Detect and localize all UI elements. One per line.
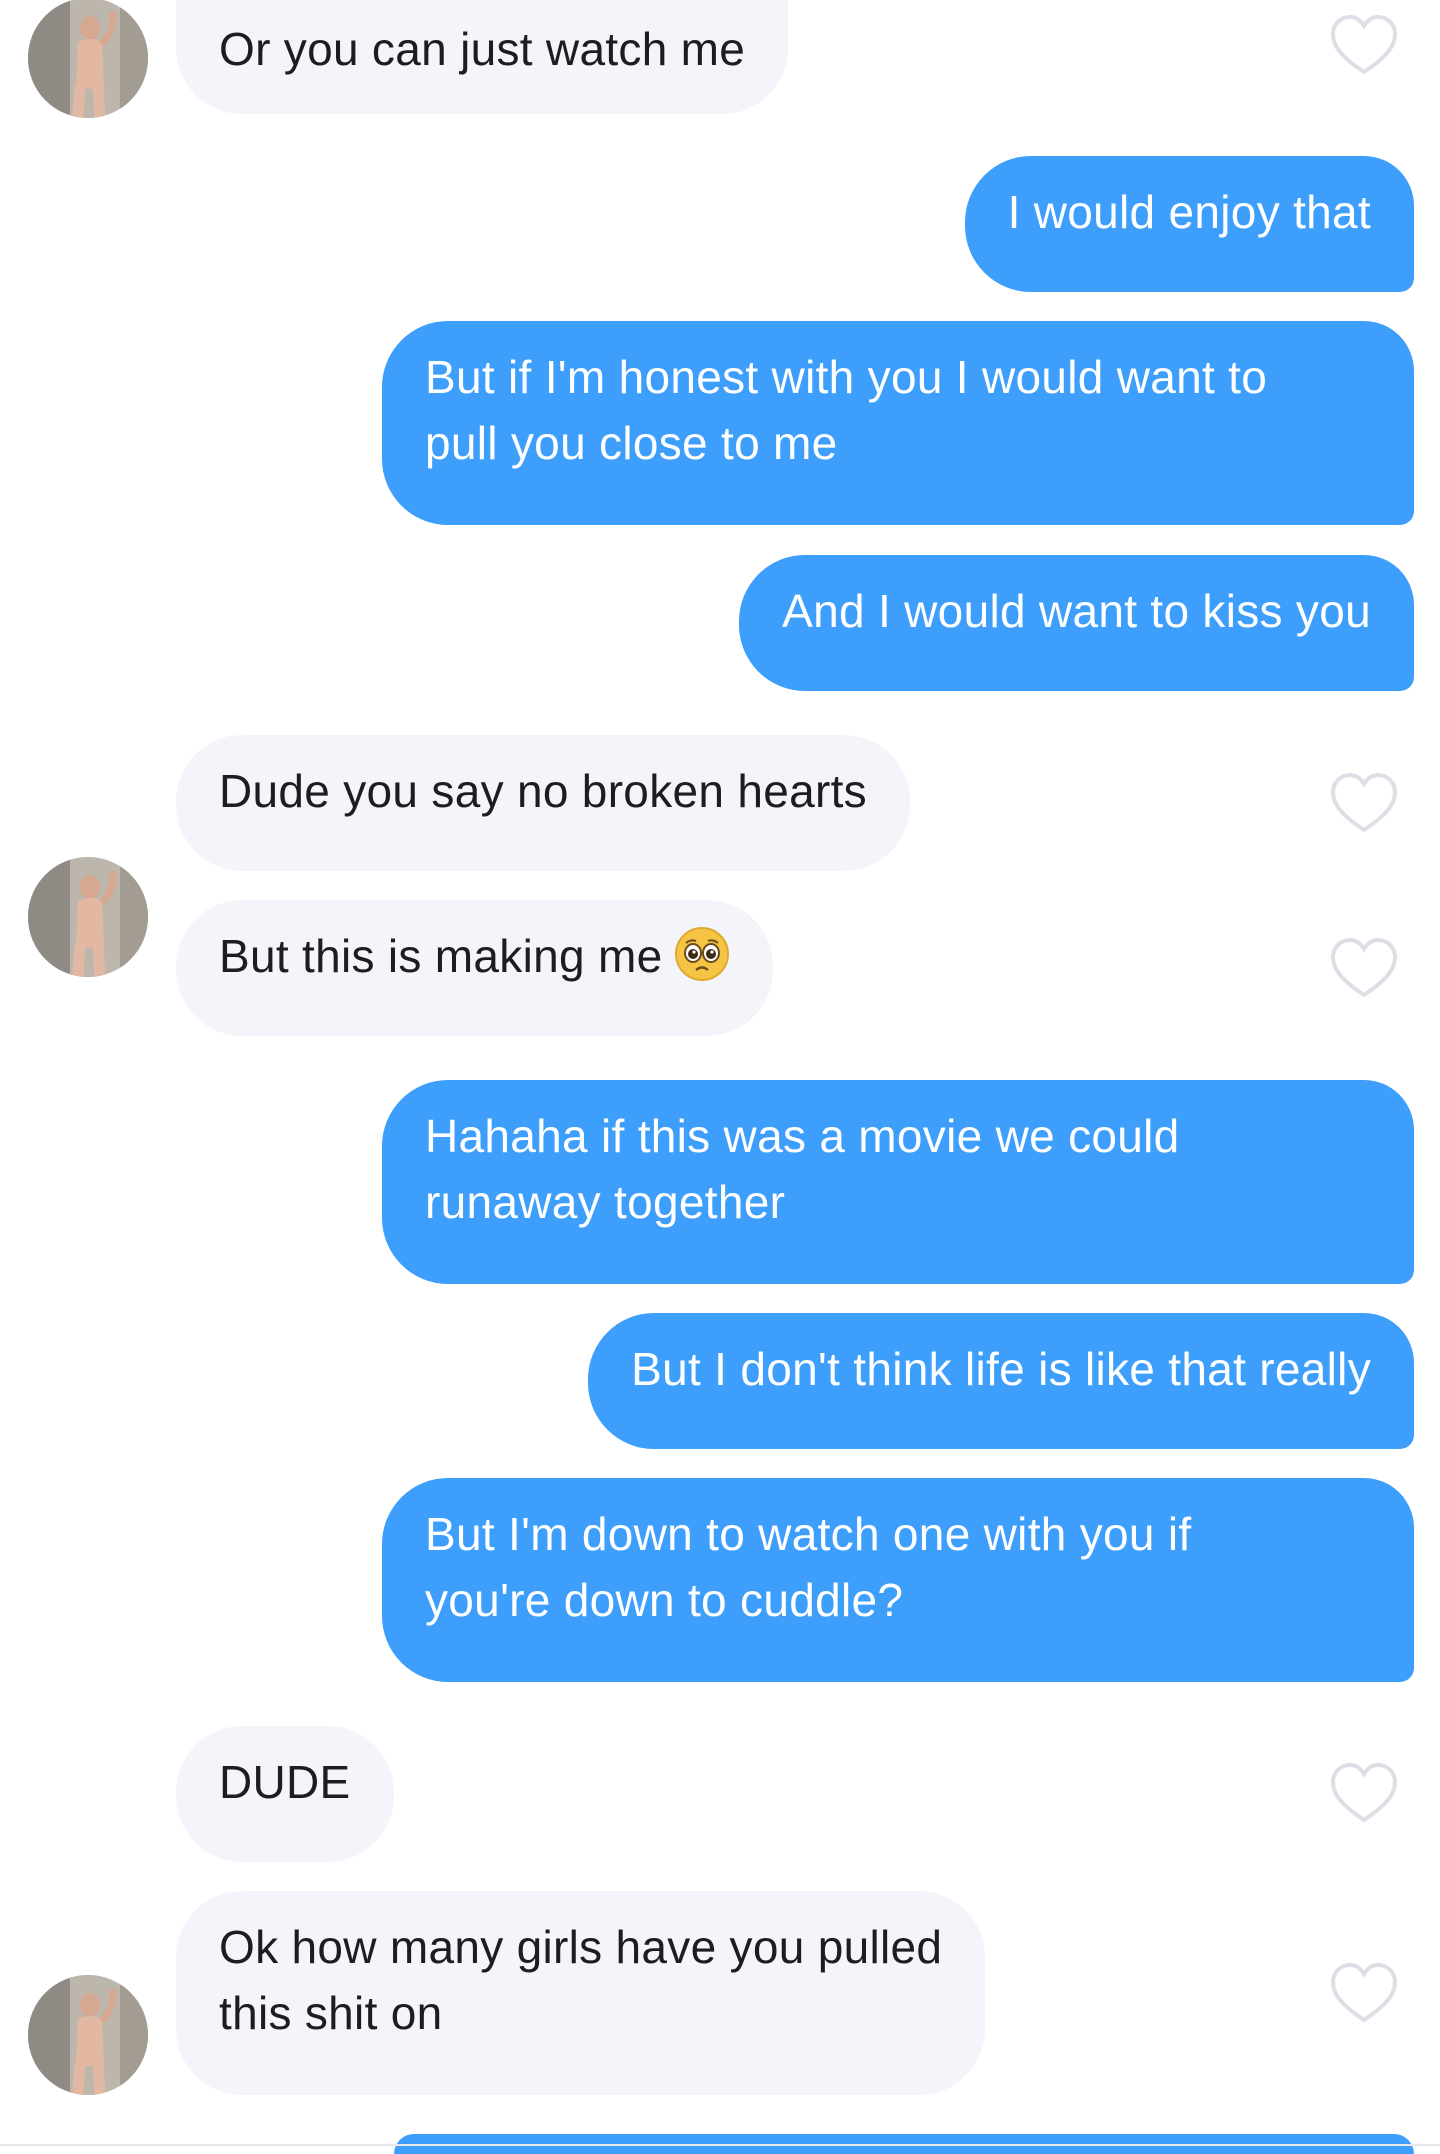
outgoing-message[interactable]: But if I'm honest with you I would want …	[382, 321, 1414, 525]
avatar[interactable]	[28, 0, 148, 118]
outgoing-message[interactable]: But I'm down to watch one with you if yo…	[382, 1478, 1414, 1682]
message-text: And I would want to kiss you	[782, 585, 1371, 637]
avatar[interactable]	[28, 857, 148, 977]
incoming-message[interactable]: Dude you say no broken hearts	[176, 735, 910, 871]
message-text-line: Hahaha if this was a movie we could	[425, 1110, 1180, 1162]
message-text-line: But if I'm honest with you I would want …	[425, 351, 1268, 403]
avatar-photo	[28, 1975, 148, 2095]
message-text-line: runaway together	[425, 1176, 786, 1228]
divider	[0, 2144, 1440, 2146]
heart-outline-icon[interactable]	[1329, 14, 1399, 78]
heart-outline-icon[interactable]	[1329, 1962, 1399, 2026]
incoming-message[interactable]: Ok how many girls have you pulled this s…	[176, 1891, 986, 2095]
heart-outline-icon[interactable]	[1329, 1762, 1399, 1826]
avatar-photo	[28, 0, 148, 118]
message-text: But I don't think life is like that real…	[631, 1343, 1371, 1395]
outgoing-message[interactable]: I would enjoy that	[964, 156, 1414, 292]
message-text: I would enjoy that	[1007, 186, 1371, 238]
heart-outline-icon[interactable]	[1329, 937, 1399, 1001]
message-text-line: But I'm down to watch one with you if	[425, 1508, 1192, 1560]
message-text-line: this shit on	[219, 1987, 443, 2039]
message-text: Dude you say no broken hearts	[219, 765, 867, 817]
incoming-message[interactable]: DUDE	[176, 1726, 394, 1862]
pleading-face-emoji	[674, 926, 730, 982]
incoming-message[interactable]: But this is making me	[176, 900, 774, 1036]
outgoing-message[interactable]: But I don't think life is like that real…	[588, 1313, 1414, 1449]
message-text: But this is making me	[219, 930, 663, 982]
message-text-line: Ok how many girls have you pulled	[219, 1921, 943, 1973]
avatar[interactable]	[28, 1975, 148, 2095]
heart-outline-icon[interactable]	[1329, 772, 1399, 836]
message-text: Or you can just watch me	[219, 23, 746, 75]
outgoing-message[interactable]: And I would want to kiss you	[739, 555, 1414, 691]
message-text: DUDE	[219, 1756, 351, 1808]
outgoing-message[interactable]: Hahaha if this was a movie we could runa…	[382, 1080, 1414, 1284]
incoming-message[interactable]: Or you can just watch me	[176, 0, 789, 114]
message-text-line: pull you close to me	[425, 417, 838, 469]
message-text-line: you're down to cuddle?	[425, 1574, 904, 1626]
avatar-photo	[28, 857, 148, 977]
